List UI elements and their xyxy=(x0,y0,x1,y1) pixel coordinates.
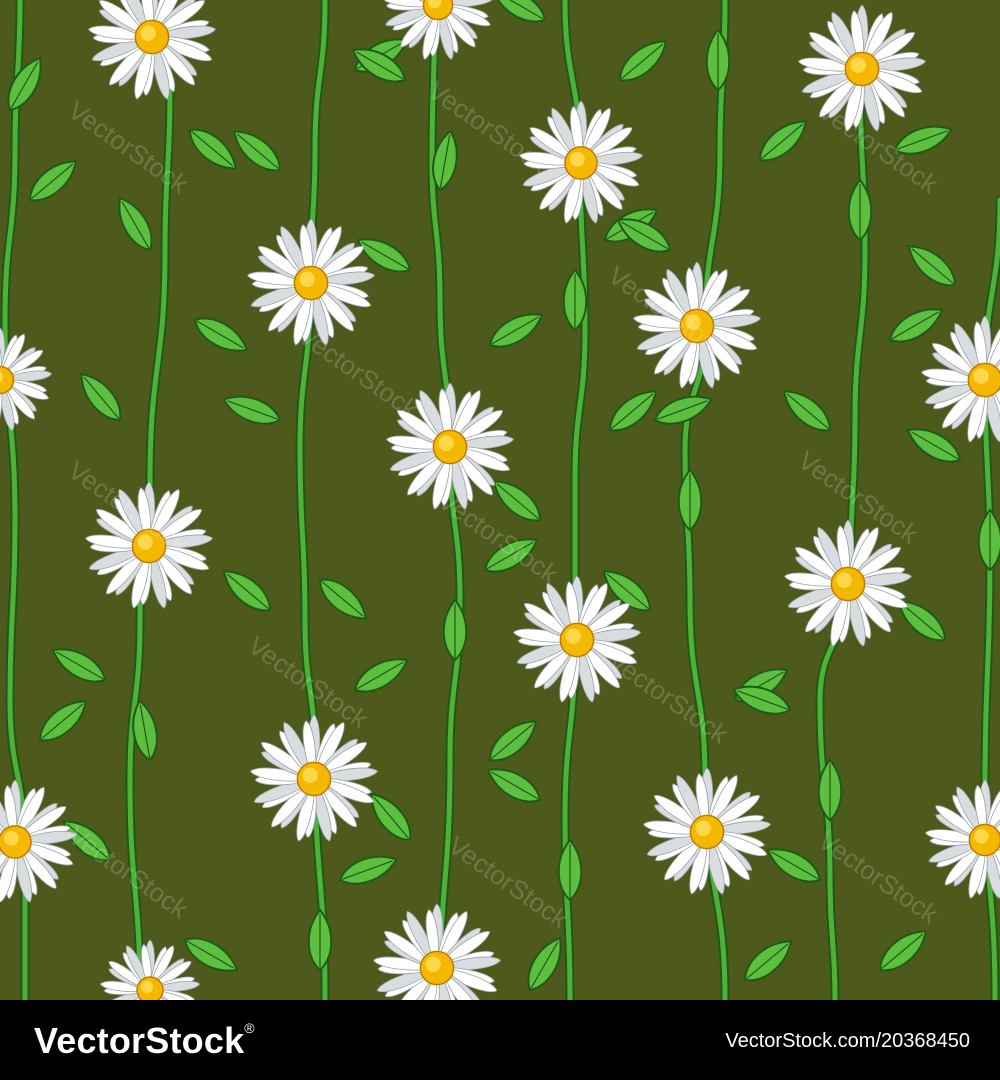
pattern-canvas: VectorStockVectorStockVectorStockVectorS… xyxy=(0,0,1000,1000)
footer-bar: VectorStock® VectorStock.com/20368450 xyxy=(0,1000,1000,1080)
footer-credit: VectorStock.com/20368450 xyxy=(725,1030,970,1052)
daisy-center-highlight xyxy=(565,628,581,644)
daisy-center-highlight xyxy=(438,435,454,451)
daisy-pattern-illustration xyxy=(0,0,1000,1000)
daisy-center-highlight xyxy=(974,829,989,844)
daisy-center-highlight xyxy=(569,151,585,167)
daisy-center-highlight xyxy=(140,25,156,41)
daisy-center-highlight xyxy=(302,767,318,783)
daisy-center-highlight xyxy=(850,57,866,73)
registered-icon: ® xyxy=(244,1020,255,1036)
footer-logo-text: VectorStock xyxy=(34,1020,245,1061)
daisy-center-highlight xyxy=(3,830,19,846)
footer-logo: VectorStock® xyxy=(34,1020,255,1062)
daisy-center-highlight xyxy=(425,956,441,972)
daisy-center-highlight xyxy=(973,368,989,384)
daisy-center-highlight xyxy=(137,534,153,550)
daisy-center-highlight xyxy=(141,981,153,993)
daisy-center-highlight xyxy=(299,271,315,287)
daisy-center-highlight xyxy=(695,820,711,836)
daisy-center-highlight xyxy=(836,572,852,588)
daisy-center-highlight xyxy=(685,314,701,330)
